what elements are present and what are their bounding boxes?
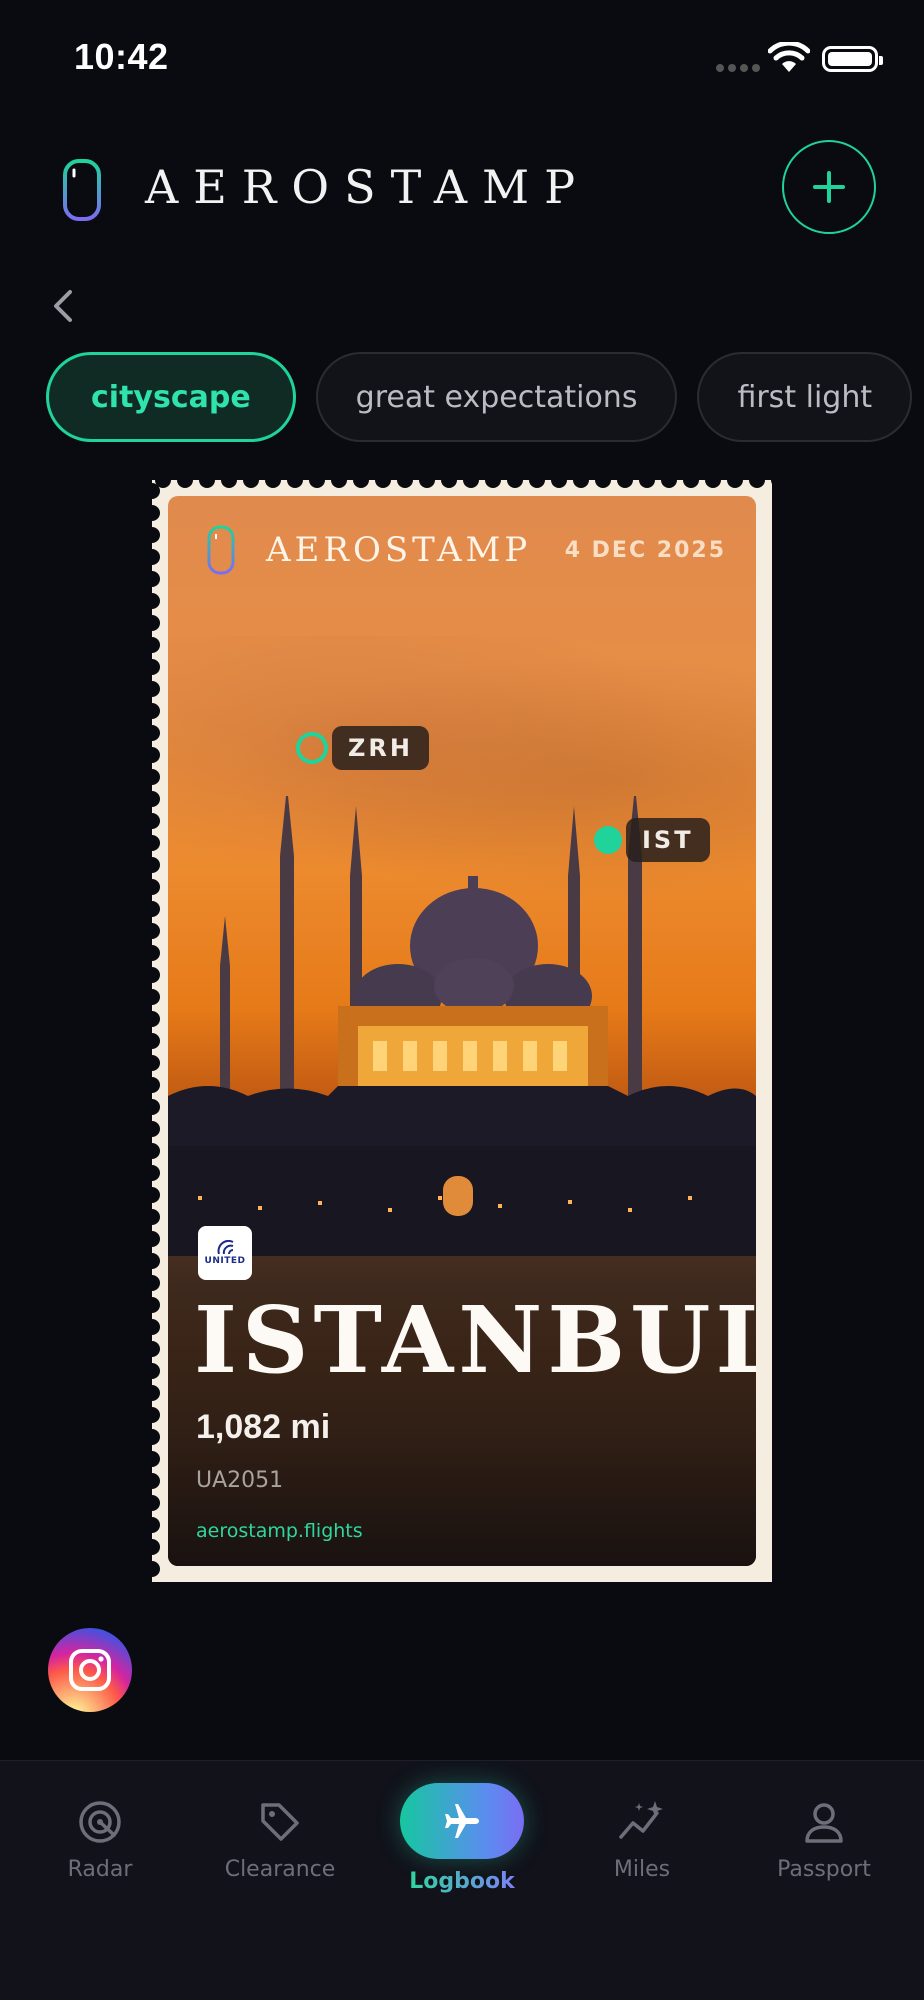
airplane-icon bbox=[445, 1804, 479, 1838]
app-logo-icon bbox=[63, 159, 101, 221]
stamp-date: 4 DEC 2025 bbox=[564, 538, 726, 563]
tab-logbook-label: Logbook bbox=[409, 1869, 515, 1894]
wifi-icon bbox=[768, 42, 810, 72]
tab-logbook[interactable]: Logbook bbox=[392, 1783, 532, 1894]
back-chevron-icon[interactable] bbox=[44, 286, 84, 326]
stamp-logo-icon bbox=[207, 525, 235, 575]
tab-passport-label: Passport bbox=[777, 1857, 871, 1882]
stamp-website: aerostamp.flights bbox=[196, 1520, 363, 1542]
add-button[interactable] bbox=[782, 140, 876, 234]
status-time: 10:42 bbox=[74, 36, 169, 77]
destination-code: IST bbox=[626, 818, 710, 862]
app-header: AEROSTAMP bbox=[0, 130, 924, 250]
airline-logo: UNITED bbox=[198, 1226, 252, 1280]
instagram-share-button[interactable] bbox=[48, 1628, 132, 1712]
united-globe-icon bbox=[217, 1240, 234, 1254]
plus-icon bbox=[813, 171, 845, 203]
tag-icon bbox=[261, 1803, 299, 1841]
theme-chip-row: cityscape great expectations first light bbox=[46, 352, 924, 442]
tab-clearance-label: Clearance bbox=[224, 1857, 336, 1882]
destination-city: ISTANBUL bbox=[194, 1286, 756, 1394]
destination-pin: IST bbox=[594, 818, 710, 862]
tab-miles-label: Miles bbox=[613, 1857, 671, 1882]
status-bar: 10:42 bbox=[0, 0, 924, 110]
sparkle-chart-icon bbox=[619, 1801, 663, 1839]
airline-name: UNITED bbox=[204, 1256, 246, 1266]
cellular-signal-icon bbox=[716, 64, 760, 72]
origin-pin: ZRH bbox=[296, 726, 429, 770]
flight-number: UA2051 bbox=[196, 1468, 284, 1493]
logbook-active-pill bbox=[400, 1783, 524, 1859]
tab-clearance[interactable]: Clearance bbox=[210, 1797, 350, 1882]
origin-dot bbox=[296, 732, 328, 764]
flight-stamp-card[interactable]: AEROSTAMP 4 DEC 2025 ZRH IST UNITED ISTA… bbox=[152, 480, 772, 1582]
app-title: AEROSTAMP bbox=[145, 160, 591, 214]
chip-cityscape[interactable]: cityscape bbox=[46, 352, 296, 442]
origin-code: ZRH bbox=[332, 726, 429, 770]
mosque-skyline-illustration bbox=[168, 796, 756, 1256]
battery-icon bbox=[822, 46, 883, 72]
chip-first-light[interactable]: first light bbox=[697, 352, 913, 442]
bottom-tab-bar: Radar Clearance Logbook Miles Passport bbox=[0, 1760, 924, 2000]
stamp-artwork: AEROSTAMP 4 DEC 2025 ZRH IST UNITED ISTA… bbox=[168, 496, 756, 1566]
tab-radar[interactable]: Radar bbox=[30, 1797, 170, 1882]
tab-miles[interactable]: Miles bbox=[572, 1797, 712, 1882]
flight-distance: 1,082 mi bbox=[196, 1408, 331, 1446]
destination-dot bbox=[594, 826, 622, 854]
person-icon bbox=[805, 1803, 843, 1843]
tab-passport[interactable]: Passport bbox=[754, 1797, 894, 1882]
radar-icon bbox=[79, 1801, 121, 1843]
instagram-icon bbox=[69, 1649, 111, 1691]
stamp-brand: AEROSTAMP bbox=[266, 530, 532, 570]
tab-radar-label: Radar bbox=[67, 1857, 133, 1882]
chip-great-expectations[interactable]: great expectations bbox=[315, 352, 678, 442]
